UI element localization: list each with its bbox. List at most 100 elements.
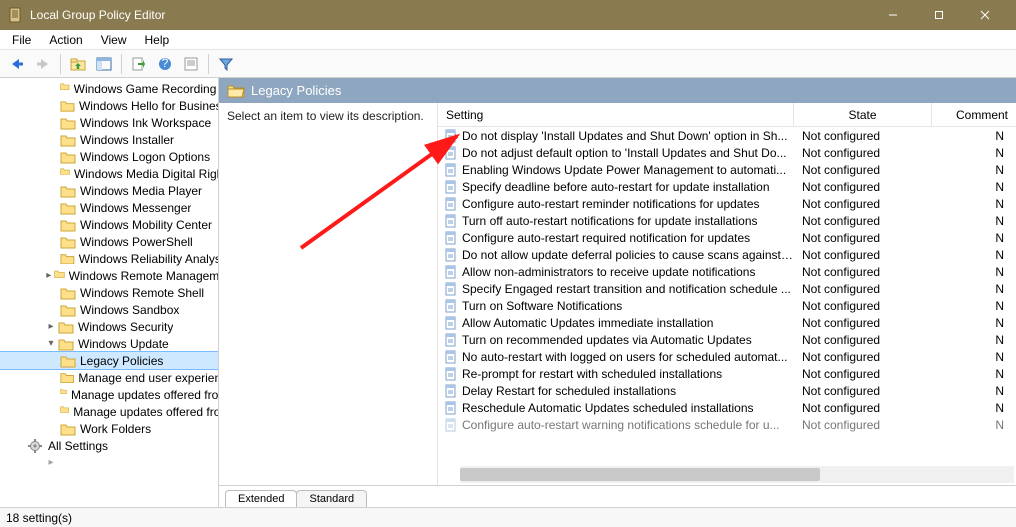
policy-comment: N: [932, 231, 1016, 245]
tree-item[interactable]: Windows Sandbox: [0, 301, 218, 318]
policy-state: Not configured: [794, 129, 932, 143]
policy-state: Not configured: [794, 384, 932, 398]
column-state[interactable]: State: [794, 103, 932, 126]
tree-item[interactable]: Manage end user experience: [0, 369, 218, 386]
policy-row[interactable]: Delay Restart for scheduled installation…: [438, 382, 1016, 399]
menu-file[interactable]: File: [4, 31, 39, 49]
policy-icon: [444, 367, 458, 381]
tree-item[interactable]: Windows Hello for Business: [0, 97, 218, 114]
filter-button[interactable]: [215, 53, 237, 75]
chevron-icon[interactable]: ▸: [44, 321, 58, 332]
policy-row[interactable]: Do not display 'Install Updates and Shut…: [438, 127, 1016, 144]
navigation-tree[interactable]: Windows Game Recording and Broadcasting W…: [0, 78, 219, 507]
policy-comment: N: [932, 367, 1016, 381]
policy-state: Not configured: [794, 146, 932, 160]
folder-icon: [58, 320, 74, 334]
chevron-icon[interactable]: ▸: [44, 270, 54, 281]
tree-item[interactable]: Windows Mobility Center: [0, 216, 218, 233]
policy-row[interactable]: Do not allow update deferral policies to…: [438, 246, 1016, 263]
back-button[interactable]: [6, 53, 28, 75]
policy-name: Turn on recommended updates via Automati…: [462, 333, 752, 347]
close-button[interactable]: [962, 0, 1008, 30]
chevron-icon[interactable]: ▾: [44, 338, 58, 349]
tree-item[interactable]: Windows Media Digital Rights Management: [0, 165, 218, 182]
tree-item-all-settings[interactable]: All Settings: [0, 437, 218, 454]
tree-item[interactable]: Manage updates offered from Windows Upda…: [0, 403, 218, 420]
tree-item[interactable]: Windows Logon Options: [0, 148, 218, 165]
tree-item-label: Windows Sandbox: [80, 303, 179, 317]
tree-item-label: All Settings: [48, 439, 108, 453]
tree-item[interactable]: Windows Media Player: [0, 182, 218, 199]
policy-row[interactable]: Specify deadline before auto-restart for…: [438, 178, 1016, 195]
policy-name: Do not adjust default option to 'Install…: [462, 146, 787, 160]
tree-item[interactable]: ▸: [0, 454, 218, 471]
tree-item-label: Windows Media Digital Rights Management: [74, 167, 218, 181]
tree-item[interactable]: Windows Game Recording and Broadcasting: [0, 80, 218, 97]
tree-item-label: Windows Hello for Business: [79, 99, 218, 113]
policy-row[interactable]: Enabling Windows Update Power Management…: [438, 161, 1016, 178]
policy-icon: [444, 214, 458, 228]
tree-item[interactable]: Work Folders: [0, 420, 218, 437]
tree-item-label: Windows Reliability Analysis: [79, 252, 218, 266]
policy-row[interactable]: Turn off auto-restart notifications for …: [438, 212, 1016, 229]
policy-comment: N: [932, 214, 1016, 228]
policy-comment: N: [932, 333, 1016, 347]
policy-state: Not configured: [794, 316, 932, 330]
policy-row[interactable]: Reschedule Automatic Updates scheduled i…: [438, 399, 1016, 416]
menu-help[interactable]: Help: [137, 31, 178, 49]
scrollbar-thumb[interactable]: [460, 468, 820, 481]
policy-comment: N: [932, 401, 1016, 415]
maximize-button[interactable]: [916, 0, 962, 30]
policy-row[interactable]: Allow Automatic Updates immediate instal…: [438, 314, 1016, 331]
policy-row[interactable]: Specify Engaged restart transition and n…: [438, 280, 1016, 297]
policy-row[interactable]: Turn on recommended updates via Automati…: [438, 331, 1016, 348]
policy-state: Not configured: [794, 333, 932, 347]
tree-item[interactable]: ▸Windows Remote Management (WinRM): [0, 267, 218, 284]
policy-comment: N: [932, 248, 1016, 262]
policy-row[interactable]: Configure auto-restart warning notificat…: [438, 416, 1016, 433]
help-button[interactable]: ?: [154, 53, 176, 75]
tree-item-label: Windows Update: [78, 337, 169, 351]
policy-row[interactable]: Re-prompt for restart with scheduled ins…: [438, 365, 1016, 382]
policy-comment: N: [932, 163, 1016, 177]
tree-item[interactable]: Windows Reliability Analysis: [0, 250, 218, 267]
tree-item[interactable]: Windows Ink Workspace: [0, 114, 218, 131]
policy-row[interactable]: Do not adjust default option to 'Install…: [438, 144, 1016, 161]
tree-item[interactable]: Manage updates offered from Windows Serv…: [0, 386, 218, 403]
tree-item[interactable]: ▸Windows Security: [0, 318, 218, 335]
tree-item[interactable]: Windows Messenger: [0, 199, 218, 216]
export-button[interactable]: [128, 53, 150, 75]
forward-button[interactable]: [32, 53, 54, 75]
policy-name: Turn on Software Notifications: [462, 299, 622, 313]
policy-comment: N: [932, 180, 1016, 194]
column-setting[interactable]: Setting: [438, 103, 794, 126]
policy-row[interactable]: Turn on Software NotificationsNot config…: [438, 297, 1016, 314]
policy-row[interactable]: Configure auto-restart reminder notifica…: [438, 195, 1016, 212]
up-button[interactable]: [67, 53, 89, 75]
tree-item-label: Manage updates offered from Windows Upda…: [73, 405, 218, 419]
policy-row[interactable]: Configure auto-restart required notifica…: [438, 229, 1016, 246]
tree-item-label: Windows Mobility Center: [80, 218, 212, 232]
show-hide-tree-button[interactable]: [93, 53, 115, 75]
tree-item[interactable]: Windows PowerShell: [0, 233, 218, 250]
properties-button[interactable]: [180, 53, 202, 75]
menu-view[interactable]: View: [93, 31, 135, 49]
tree-item[interactable]: ▾ Windows Update: [0, 335, 218, 352]
policy-row[interactable]: No auto-restart with logged on users for…: [438, 348, 1016, 365]
policy-icon: [444, 265, 458, 279]
folder-icon: [60, 82, 70, 96]
policy-name: Allow non-administrators to receive upda…: [462, 265, 755, 279]
tab-standard[interactable]: Standard: [296, 490, 367, 507]
menu-action[interactable]: Action: [41, 31, 90, 49]
column-comment[interactable]: Comment: [932, 103, 1016, 126]
minimize-button[interactable]: [870, 0, 916, 30]
tree-item[interactable]: Windows Remote Shell: [0, 284, 218, 301]
policy-row[interactable]: Allow non-administrators to receive upda…: [438, 263, 1016, 280]
horizontal-scrollbar[interactable]: [460, 466, 1014, 483]
tree-item[interactable]: Windows Installer: [0, 131, 218, 148]
tab-extended[interactable]: Extended: [225, 490, 297, 507]
tree-item[interactable]: Legacy Policies: [0, 352, 218, 369]
policy-name: No auto-restart with logged on users for…: [462, 350, 788, 364]
chevron-icon[interactable]: ▸: [44, 457, 58, 468]
folder-icon: [60, 184, 76, 198]
